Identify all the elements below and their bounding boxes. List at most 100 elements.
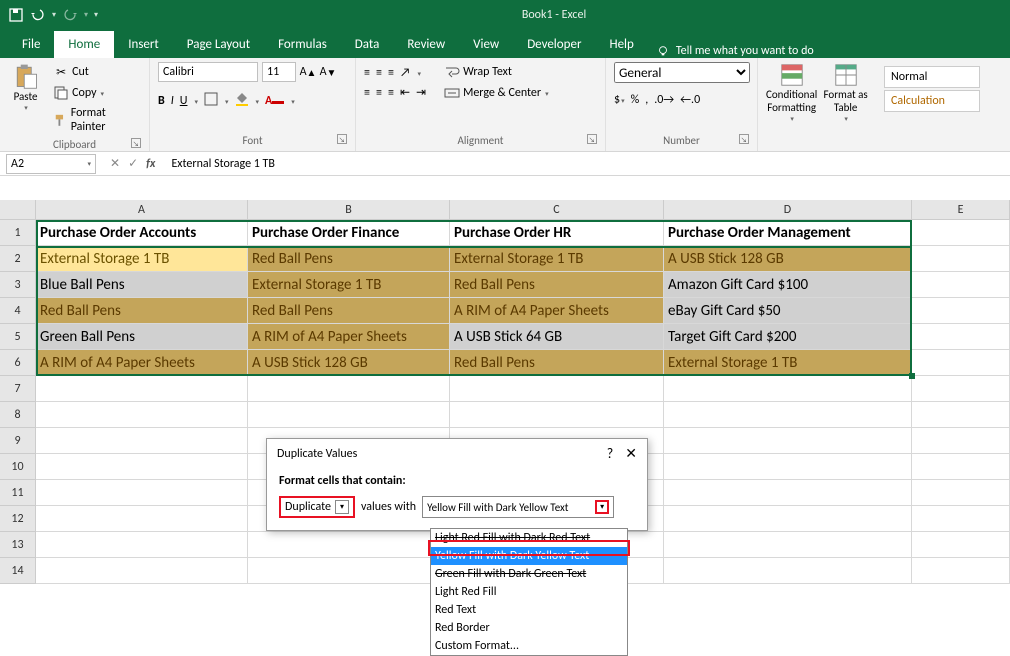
cell-D11[interactable] bbox=[664, 480, 912, 506]
cell-A7[interactable] bbox=[36, 376, 248, 402]
selection-handle[interactable] bbox=[909, 373, 915, 379]
cell-A4[interactable]: Red Ball Pens bbox=[36, 298, 248, 324]
row-header-9[interactable]: 9 bbox=[0, 428, 36, 454]
alignment-dialog-launcher[interactable]: ↘ bbox=[587, 134, 597, 144]
cell-E8[interactable] bbox=[912, 402, 1010, 428]
cell-D8[interactable] bbox=[664, 402, 912, 428]
cell-B6[interactable]: A USB Stick 128 GB bbox=[248, 350, 450, 376]
cell-D3[interactable]: Amazon Gift Card $100 bbox=[664, 272, 912, 298]
row-header-2[interactable]: 2 bbox=[0, 246, 36, 272]
cell-A10[interactable] bbox=[36, 454, 248, 480]
style-normal[interactable]: Normal bbox=[884, 66, 980, 88]
increase-font-icon[interactable]: A▲ bbox=[300, 64, 316, 80]
cell-D2[interactable]: A USB Stick 128 GB bbox=[664, 246, 912, 272]
cell-E1[interactable] bbox=[912, 220, 1010, 246]
align-right-icon[interactable]: ≡ bbox=[388, 86, 394, 100]
cell-E9[interactable] bbox=[912, 428, 1010, 454]
tab-page-layout[interactable]: Page Layout bbox=[173, 31, 264, 58]
comma-icon[interactable]: , bbox=[645, 93, 648, 107]
format-as-table-button[interactable]: Format as Table▾ bbox=[823, 62, 868, 123]
row-header-4[interactable]: 4 bbox=[0, 298, 36, 324]
merge-center-button[interactable]: Merge & Center▾ bbox=[440, 83, 553, 103]
cell-C8[interactable] bbox=[450, 402, 664, 428]
row-header-10[interactable]: 10 bbox=[0, 454, 36, 480]
row-header-13[interactable]: 13 bbox=[0, 532, 36, 558]
clipboard-dialog-launcher[interactable]: ↘ bbox=[131, 138, 141, 148]
qat-customize-icon[interactable]: ▾ bbox=[94, 10, 98, 20]
cell-C5[interactable]: A USB Stick 64 GB bbox=[450, 324, 664, 350]
align-bottom-icon[interactable]: ≡ bbox=[388, 66, 394, 80]
cell-A8[interactable] bbox=[36, 402, 248, 428]
decrease-indent-icon[interactable]: ⇤ bbox=[400, 85, 410, 100]
cell-B1[interactable]: Purchase Order Finance bbox=[248, 220, 450, 246]
col-header-A[interactable]: A bbox=[36, 200, 248, 220]
font-size-input[interactable] bbox=[262, 62, 296, 82]
wrap-text-button[interactable]: Wrap Text bbox=[440, 62, 553, 82]
cell-E11[interactable] bbox=[912, 480, 1010, 506]
copy-button[interactable]: Copy▾ bbox=[49, 83, 141, 103]
fx-icon[interactable]: fx bbox=[146, 157, 155, 171]
cell-E3[interactable] bbox=[912, 272, 1010, 298]
cell-B7[interactable] bbox=[248, 376, 450, 402]
style-calculation[interactable]: Calculation bbox=[884, 90, 980, 112]
cell-D12[interactable] bbox=[664, 506, 912, 532]
tab-formulas[interactable]: Formulas bbox=[264, 31, 341, 58]
cell-C2[interactable]: External Storage 1 TB bbox=[450, 246, 664, 272]
duplicate-type-select[interactable]: Duplicate▾ bbox=[279, 496, 355, 518]
cell-E7[interactable] bbox=[912, 376, 1010, 402]
row-header-3[interactable]: 3 bbox=[0, 272, 36, 298]
align-middle-icon[interactable]: ≡ bbox=[376, 66, 382, 80]
tab-insert[interactable]: Insert bbox=[114, 31, 173, 58]
decrease-font-icon[interactable]: A▼ bbox=[320, 64, 336, 80]
orientation-icon[interactable]: ↗ bbox=[400, 66, 411, 80]
cell-C7[interactable] bbox=[450, 376, 664, 402]
tab-data[interactable]: Data bbox=[341, 31, 394, 58]
cancel-formula-icon[interactable]: ✕ bbox=[110, 156, 120, 171]
format-style-select[interactable]: Yellow Fill with Dark Yellow Text ▾ bbox=[422, 496, 614, 518]
cell-A6[interactable]: A RIM of A4 Paper Sheets bbox=[36, 350, 248, 376]
format-option-1[interactable]: Yellow Fill with Dark Yellow Text bbox=[431, 547, 627, 565]
col-header-B[interactable]: B bbox=[248, 200, 450, 220]
cell-B4[interactable]: Red Ball Pens bbox=[248, 298, 450, 324]
cell-B8[interactable] bbox=[248, 402, 450, 428]
cell-C1[interactable]: Purchase Order HR bbox=[450, 220, 664, 246]
cell-B5[interactable]: A RIM of A4 Paper Sheets bbox=[248, 324, 450, 350]
format-option-3[interactable]: Light Red Fill bbox=[431, 583, 627, 601]
format-option-2[interactable]: Green Fill with Dark Green Text bbox=[431, 565, 627, 583]
cell-C3[interactable]: Red Ball Pens bbox=[450, 272, 664, 298]
row-header-8[interactable]: 8 bbox=[0, 402, 36, 428]
underline-button[interactable]: U bbox=[180, 94, 188, 108]
cell-E14[interactable] bbox=[912, 558, 1010, 584]
cell-A1[interactable]: Purchase Order Accounts bbox=[36, 220, 248, 246]
tab-view[interactable]: View bbox=[459, 31, 513, 58]
number-format-select[interactable]: General bbox=[614, 62, 750, 83]
chevron-down-icon[interactable]: ▾ bbox=[595, 500, 609, 514]
cell-E5[interactable] bbox=[912, 324, 1010, 350]
cell-E4[interactable] bbox=[912, 298, 1010, 324]
currency-icon[interactable]: $▾ bbox=[614, 93, 625, 107]
number-dialog-launcher[interactable]: ↘ bbox=[739, 134, 749, 144]
dialog-close-icon[interactable]: ✕ bbox=[625, 445, 637, 462]
cell-A2[interactable]: External Storage 1 TB bbox=[36, 246, 248, 272]
cell-A14[interactable] bbox=[36, 558, 248, 584]
cell-D1[interactable]: Purchase Order Management bbox=[664, 220, 912, 246]
font-dialog-launcher[interactable]: ↘ bbox=[337, 134, 347, 144]
row-header-6[interactable]: 6 bbox=[0, 350, 36, 376]
decrease-decimal-icon[interactable]: ←.0 bbox=[680, 93, 700, 107]
tab-home[interactable]: Home bbox=[54, 31, 114, 58]
cell-E6[interactable] bbox=[912, 350, 1010, 376]
undo-icon[interactable] bbox=[30, 7, 46, 23]
cell-B14[interactable] bbox=[248, 558, 450, 584]
cell-B2[interactable]: Red Ball Pens bbox=[248, 246, 450, 272]
cell-E10[interactable] bbox=[912, 454, 1010, 480]
formula-input[interactable]: External Storage 1 TB bbox=[163, 157, 1010, 171]
col-header-C[interactable]: C bbox=[450, 200, 664, 220]
fill-color-button[interactable] bbox=[235, 92, 249, 110]
format-option-0[interactable]: Light Red Fill with Dark Red Text bbox=[431, 529, 627, 547]
cell-C4[interactable]: A RIM of A4 Paper Sheets bbox=[450, 298, 664, 324]
col-header-E[interactable]: E bbox=[912, 200, 1010, 220]
col-header-D[interactable]: D bbox=[664, 200, 912, 220]
tell-me-search[interactable]: Tell me what you want to do bbox=[648, 44, 822, 58]
save-icon[interactable] bbox=[8, 7, 24, 23]
paste-button[interactable]: Paste▾ bbox=[8, 62, 43, 112]
